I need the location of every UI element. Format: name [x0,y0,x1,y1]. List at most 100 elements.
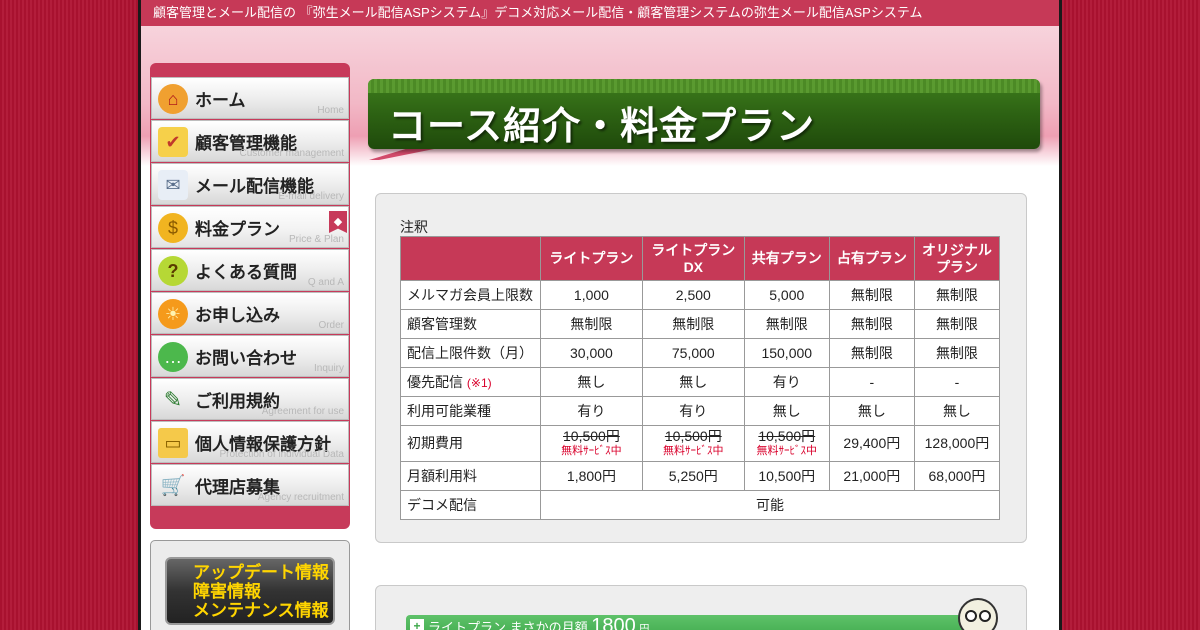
nav-item-privacy[interactable]: ▭ 個人情報保護方針 Protection of individual Data [151,421,349,463]
table-cell: 1,000 [540,280,643,310]
page-container: 顧客管理とメール配信の 『弥生メール配信ASPシステム』デコメ対応メール配信・顧… [138,0,1062,630]
nav-item-home[interactable]: ⌂ ホーム Home [151,77,349,119]
table-header-row: ライトプラン ライトプラン DX 共有プラン 占有プラン オリジナル プラン [400,236,1001,281]
table-cell: 無制限 [913,338,1001,368]
table-cell: 無し [828,396,915,426]
update-info-button[interactable]: アップデート情報 障害情報 メンテナンス情報 [165,557,335,625]
nav-sublabel: Home [317,105,344,116]
nav-item-price-plan[interactable]: $ 料金プラン Price & Plan ◆ [151,206,349,248]
table-cell: 無し [540,367,643,397]
table-cell: 無制限 [913,309,1001,339]
table-header-cell: ライトプラン [540,236,643,281]
nav-item-agency[interactable]: 🛒 代理店募集 Agency recruitment [151,464,349,506]
table-cell: 150,000 [743,338,830,368]
promo-banner[interactable]: + ライトプラン まさかの月額 1800 円 [406,615,966,630]
table-cell: 可能 [540,490,1000,520]
mascot-face-icon [958,598,998,630]
table-row: 優先配信 (※1) 無し 無し 有り - - [400,367,1001,397]
header-line: オリジナル プラン [921,241,992,275]
current-page-tag-icon: ◆ [329,211,347,233]
table-cell: 30,000 [540,338,643,368]
table-row: 月額利用料 1,800円 5,250円 10,500円 21,000円 68,0… [400,461,1001,491]
nav-label: ホーム [195,91,246,110]
table-cell: 10,500円 無料ｻｰﾋﾞｽ中 [540,425,643,462]
house-icon: ⌂ [158,84,188,114]
table-cell: 1,800円 [540,461,643,491]
nav-sublabel: Customer management [239,148,345,159]
row-label: デコメ配信 [400,490,541,520]
chat-bubble-icon: … [158,342,188,372]
nav-sublabel: E-mail delivery [278,191,344,202]
nav-item-mail-delivery[interactable]: ✉ メール配信機能 E-mail delivery [151,163,349,205]
table-cell: 無し [913,396,1001,426]
promo-text: ライトプラン まさかの月額 [428,620,588,630]
table-row: 利用可能業種 有り 有り 無し 無し 無し [400,396,1001,426]
checklist-icon: ✔ [158,127,188,157]
envelope-icon: ✉ [158,170,188,200]
nav-item-order[interactable]: ☀ お申し込み Order [151,292,349,334]
table-row: デコメ配信 可能 [400,490,1000,520]
question-icon: ? [158,256,188,286]
header-line: ライトプラン DX [651,241,736,275]
table-cell: 5,250円 [641,461,745,491]
table-row: 初期費用 10,500円 無料ｻｰﾋﾞｽ中 10,500円 無料ｻｰﾋﾞｽ中 1… [400,425,1001,462]
plus-icon: + [410,619,424,630]
table-cell: 無し [743,396,830,426]
table-cell: 29,400円 [828,425,915,462]
nav-item-inquiry[interactable]: … お問い合わせ Inquiry [151,335,349,377]
maintenance-info-label: メンテナンス情報 [193,601,329,620]
table-row: 顧客管理数 無制限 無制限 無制限 無制限 無制限 [400,309,1001,339]
table-header-cell: 共有プラン [743,236,830,281]
table-cell: 無制限 [641,309,745,339]
info-box: アップデート情報 障害情報 メンテナンス情報 [150,540,350,630]
row-label: 月額利用料 [400,461,541,491]
nav-item-terms[interactable]: ✎ ご利用規約 Agreement for use [151,378,349,420]
row-label: 利用可能業種 [400,396,541,426]
table-row: 配信上限件数（月） 30,000 75,000 150,000 無制限 無制限 [400,338,1001,368]
table-cell: 有り [743,367,830,397]
table-cell: 10,500円 無料ｻｰﾋﾞｽ中 [743,425,830,462]
promo-unit: 円 [639,624,650,630]
banner-highlight [368,79,1040,93]
table-cell: - [913,367,1001,397]
sun-icon: ☀ [158,299,188,329]
folder-icon: ▭ [158,428,188,458]
mascot-eye-icon [979,610,991,622]
nav-sublabel: Protection of individual Data [219,449,344,460]
pricing-panel: 注釈 ライトプラン ライトプラン DX 共有プラン 占有プラン オリジナル プラ… [375,193,1027,543]
nav-sublabel: Inquiry [313,363,344,374]
table-cell: 無制限 [828,309,915,339]
nav-sublabel: Price & Plan [288,234,344,245]
free-service-note: 無料ｻｰﾋﾞｽ中 [756,444,818,457]
nav-item-customer-management[interactable]: ✔ 顧客管理機能 Customer management [151,120,349,162]
nav-item-faq[interactable]: ? よくある質問 Q and A [151,249,349,291]
table-cell: 128,000円 [913,425,1001,462]
original-price: 10,500円 [758,427,816,444]
table-cell: 無制限 [828,338,915,368]
table-cell: 10,500円 無料ｻｰﾋﾞｽ中 [641,425,745,462]
sidebar-nav: ⌂ ホーム Home ✔ 顧客管理機能 Customer management … [150,63,350,529]
footnote-ref-link[interactable]: (※1) [467,376,492,390]
table-cell: 2,500 [641,280,745,310]
promo-amount: 1800 [591,615,636,630]
table-cell: 無し [641,367,745,397]
mascot-eye-icon [965,610,977,622]
note-label: 注釈 [400,219,428,235]
table-header-cell: オリジナル プラン [913,236,1001,281]
table-cell: - [828,367,915,397]
table-header-cell: 占有プラン [828,236,915,281]
table-cell: 5,000 [743,280,830,310]
table-cell: 有り [540,396,643,426]
row-label: メルマガ会員上限数 [400,280,541,310]
table-cell: 21,000円 [828,461,915,491]
row-label: 優先配信 [407,374,463,390]
table-cell: 10,500円 [743,461,830,491]
site-tagline: 顧客管理とメール配信の 『弥生メール配信ASPシステム』デコメ対応メール配信・顧… [141,0,1059,26]
pencil-icon: ✎ [163,387,183,412]
table-header-cell: ライトプラン DX [641,236,745,281]
nav-sublabel: Q and A [307,277,344,288]
nav-label: よくある質問 [195,263,297,282]
coins-icon: $ [158,213,188,243]
incident-info-label: 障害情報 [193,582,261,601]
table-header-blank [400,236,541,281]
